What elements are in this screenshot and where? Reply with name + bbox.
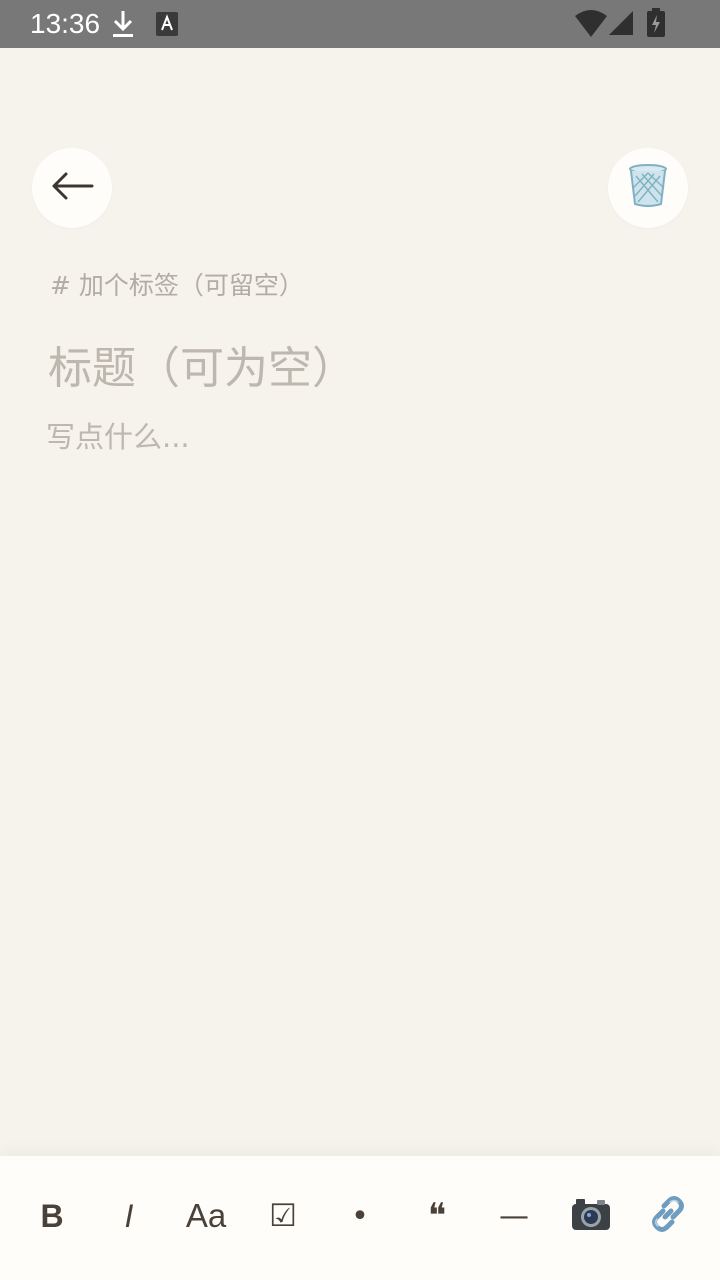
font-size-button[interactable]: Aa [174,1178,238,1254]
delete-button[interactable] [608,148,688,228]
trash-icon [628,164,668,212]
body-input[interactable]: 写点什么... [46,416,190,458]
keyboard-a-icon [156,12,178,40]
status-bar: 13:36 [0,0,720,48]
bold-button[interactable]: B [20,1178,84,1254]
camera-icon [571,1196,611,1236]
tag-input[interactable]: # 加个标签（可留空） [50,266,304,306]
camera-button[interactable] [559,1178,623,1254]
note-editor-screen: 13:36 # 加个标签（可留空） 标题（可为空） 写点什么... B I Aa… [0,0,720,1280]
download-icon [110,8,136,44]
formatting-toolbar: B I Aa ☑ • ❝ — [0,1156,720,1280]
status-time: 13:36 [30,8,101,39]
checkbox-button[interactable]: ☑ [251,1178,315,1254]
back-button[interactable] [32,148,112,228]
title-input[interactable]: 标题（可为空） [48,338,356,400]
divider-button[interactable]: — [482,1178,546,1254]
bullet-list-button[interactable]: • [328,1178,392,1254]
signal-icon [608,10,634,40]
quote-button[interactable]: ❝ [405,1178,469,1254]
italic-button[interactable]: I [97,1178,161,1254]
battery-charging-icon [646,8,666,42]
link-icon [648,1194,688,1238]
wifi-icon [574,10,608,42]
back-arrow-icon [50,171,94,205]
link-button[interactable] [636,1178,700,1254]
